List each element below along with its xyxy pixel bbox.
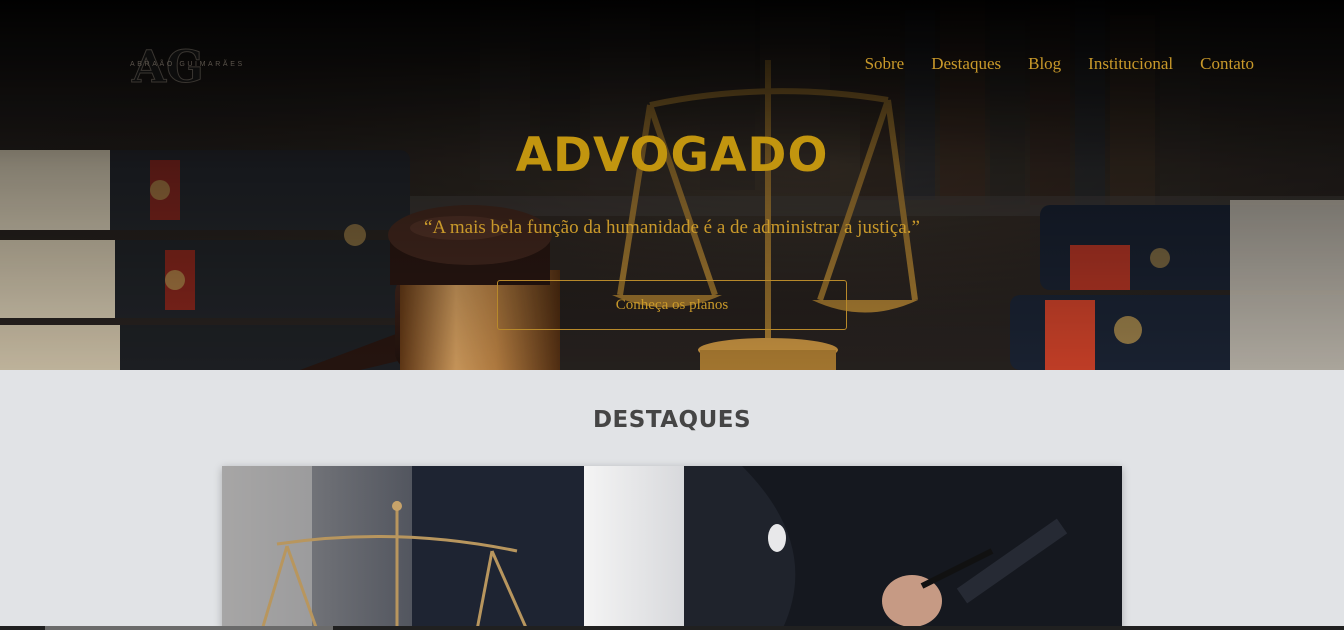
nav-item-blog[interactable]: Blog — [1028, 54, 1061, 74]
brand-logo[interactable]: AG ABRAÃO GUIMARÃES — [112, 42, 297, 94]
nav-item-sobre[interactable]: Sobre — [865, 54, 905, 74]
main-nav: Sobre Destaques Blog Institucional Conta… — [865, 54, 1254, 74]
nav-item-destaques[interactable]: Destaques — [931, 54, 1001, 74]
horizontal-scrollbar[interactable] — [0, 626, 1344, 630]
nav-item-institucional[interactable]: Institucional — [1088, 54, 1173, 74]
logo-text: ABRAÃO GUIMARÃES — [130, 61, 245, 68]
highlight-card-image[interactable] — [222, 466, 1122, 630]
nav-item-contato[interactable]: Contato — [1200, 54, 1254, 74]
hero-title: ADVOGADO — [515, 128, 829, 183]
plans-button[interactable]: Conheça os planos — [497, 280, 847, 330]
highlights-title: DESTAQUES — [592, 407, 752, 433]
hero-banner: AG ABRAÃO GUIMARÃES Sobre Destaques Blog… — [0, 0, 1344, 370]
scrollbar-thumb[interactable] — [45, 626, 333, 630]
hero-quote: “A mais bela função da humanidade é a de… — [424, 217, 920, 238]
